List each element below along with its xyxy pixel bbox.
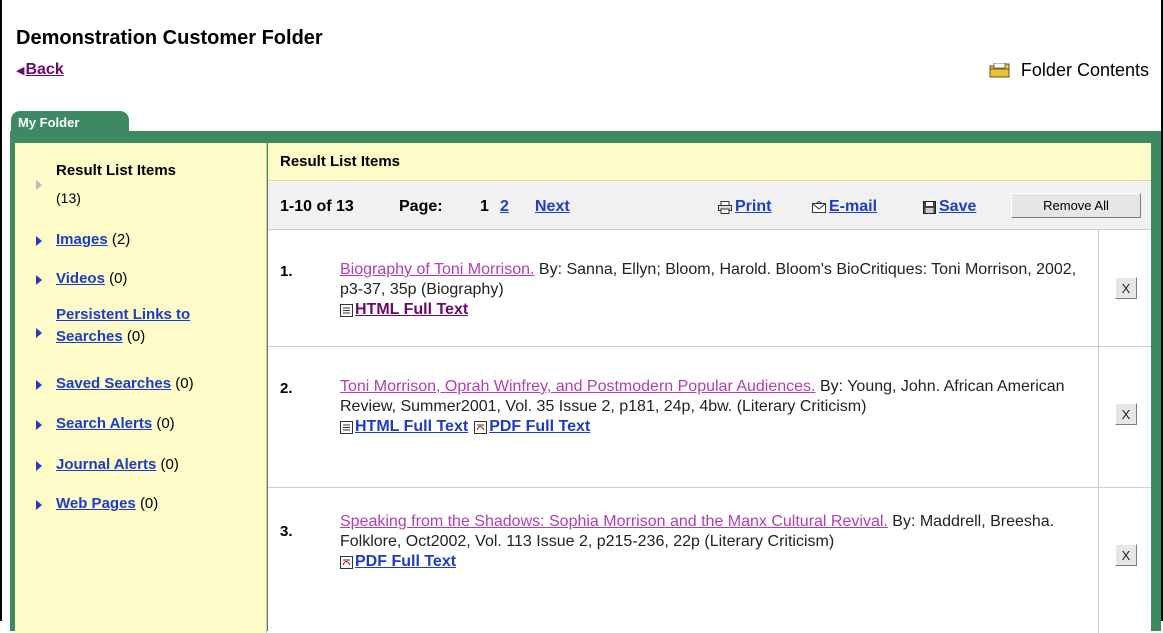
bullet-icon <box>36 328 42 338</box>
bullet-icon <box>36 420 42 430</box>
back-arrow-icon: ◀ <box>16 65 25 77</box>
results-heading: Result List Items <box>268 143 1151 181</box>
sidebar-item-count: (0) <box>175 375 194 392</box>
sidebar-link-search-alerts[interactable]: Search Alerts <box>56 415 152 432</box>
page-2-link[interactable]: 2 <box>500 198 509 216</box>
result-number: 2. <box>280 380 293 397</box>
pdf-full-text-label: PDF Full Text <box>489 418 591 435</box>
html-full-text-label: HTML Full Text <box>355 418 469 435</box>
email-link[interactable]: E-mail <box>812 198 877 216</box>
sidebar-item-count: (0) <box>156 415 175 432</box>
pdf-full-text-label: PDF Full Text <box>355 553 457 570</box>
email-icon <box>812 201 826 213</box>
bullet-icon <box>36 275 42 285</box>
tab-label: My Folder <box>18 114 80 130</box>
sidebar-link-saved-searches[interactable]: Saved Searches <box>56 375 171 392</box>
result-citation: Speaking from the Shadows: Sophia Morris… <box>340 512 1085 575</box>
result-number: 3. <box>280 523 293 540</box>
result-row: 1. Biography of Toni Morrison. By: Sanna… <box>268 230 1151 347</box>
sidebar: Result List Items (13) Images (2) Videos… <box>15 143 267 633</box>
remove-item-button[interactable]: X <box>1115 403 1137 425</box>
result-range: 1-10 of 13 <box>280 198 354 215</box>
pdf-full-text-link[interactable]: PDF Full Text <box>340 552 456 572</box>
bullet-icon <box>36 461 42 471</box>
back-label: Back <box>25 61 64 78</box>
remove-all-button[interactable]: Remove All <box>1011 193 1141 218</box>
html-doc-icon <box>340 420 353 434</box>
sidebar-item-label: Result List Items <box>56 162 177 179</box>
pager-toolbar: 1-10 of 13 Page: 1 2 Next Print E-mail S… <box>268 182 1151 230</box>
result-row: 3. Speaking from the Shadows: Sophia Mor… <box>268 488 1151 633</box>
sidebar-link-images[interactable]: Images <box>56 231 108 248</box>
page-title: Demonstration Customer Folder <box>16 27 323 49</box>
result-citation: Toni Morrison, Oprah Winfrey, and Postmo… <box>340 377 1085 440</box>
back-link[interactable]: ◀Back <box>16 61 64 79</box>
remove-item-button[interactable]: X <box>1115 277 1137 299</box>
result-number: 1. <box>280 263 293 280</box>
sidebar-item-count: (13) <box>56 190 81 206</box>
html-full-text-link[interactable]: HTML Full Text <box>340 300 468 320</box>
folder-icon <box>989 62 1011 79</box>
printer-icon <box>718 200 732 214</box>
bullet-icon <box>36 380 42 390</box>
window-left-border <box>0 0 2 621</box>
pdf-full-text-link[interactable]: PDF Full Text <box>474 417 590 437</box>
result-title-link[interactable]: Speaking from the Shadows: Sophia Morris… <box>340 513 888 530</box>
save-link[interactable]: Save <box>923 198 976 216</box>
result-row: 2. Toni Morrison, Oprah Winfrey, and Pos… <box>268 347 1151 488</box>
print-label: Print <box>735 198 772 215</box>
result-title-link[interactable]: Toni Morrison, Oprah Winfrey, and Postmo… <box>340 378 816 395</box>
bullet-icon <box>36 500 42 510</box>
sidebar-link-persistent-links[interactable]: Persistent Links to <box>56 306 190 323</box>
sidebar-item-count: (2) <box>111 231 131 248</box>
result-title-link[interactable]: Biography of Toni Morrison. <box>340 261 534 278</box>
print-link[interactable]: Print <box>718 198 771 216</box>
email-label: E-mail <box>829 198 878 215</box>
sidebar-link-searches[interactable]: Searches <box>56 328 123 345</box>
save-disk-icon <box>923 200 936 214</box>
results-content: Result List Items 1-10 of 13 Page: 1 2 N… <box>268 143 1151 633</box>
sidebar-item-count: (0) <box>160 456 179 473</box>
sidebar-item-count: (0) <box>109 270 128 287</box>
tab-my-folder[interactable]: My Folder <box>11 111 129 133</box>
pdf-icon <box>340 555 353 569</box>
html-doc-icon <box>340 303 353 317</box>
sidebar-item-count: (0) <box>126 328 146 345</box>
folder-contents-label: Folder Contents <box>1020 60 1149 80</box>
pdf-icon <box>474 420 488 434</box>
result-citation: Biography of Toni Morrison. By: Sanna, E… <box>340 260 1085 323</box>
page-label: Page: <box>399 198 443 215</box>
save-label: Save <box>939 198 977 215</box>
folder-contents-link[interactable]: Folder Contents <box>989 60 1149 81</box>
bullet-icon <box>36 180 42 190</box>
sidebar-link-videos[interactable]: Videos <box>56 270 105 287</box>
remove-item-button[interactable]: X <box>1115 544 1137 566</box>
sidebar-link-journal-alerts[interactable]: Journal Alerts <box>56 456 156 473</box>
current-page: 1 <box>480 198 489 215</box>
html-full-text-link[interactable]: HTML Full Text <box>340 417 468 437</box>
bullet-icon <box>36 236 42 246</box>
sidebar-item-count: (0) <box>139 495 159 512</box>
sidebar-link-web-pages[interactable]: Web Pages <box>56 495 136 512</box>
next-page-link[interactable]: Next <box>535 198 570 216</box>
html-full-text-label: HTML Full Text <box>355 301 469 318</box>
